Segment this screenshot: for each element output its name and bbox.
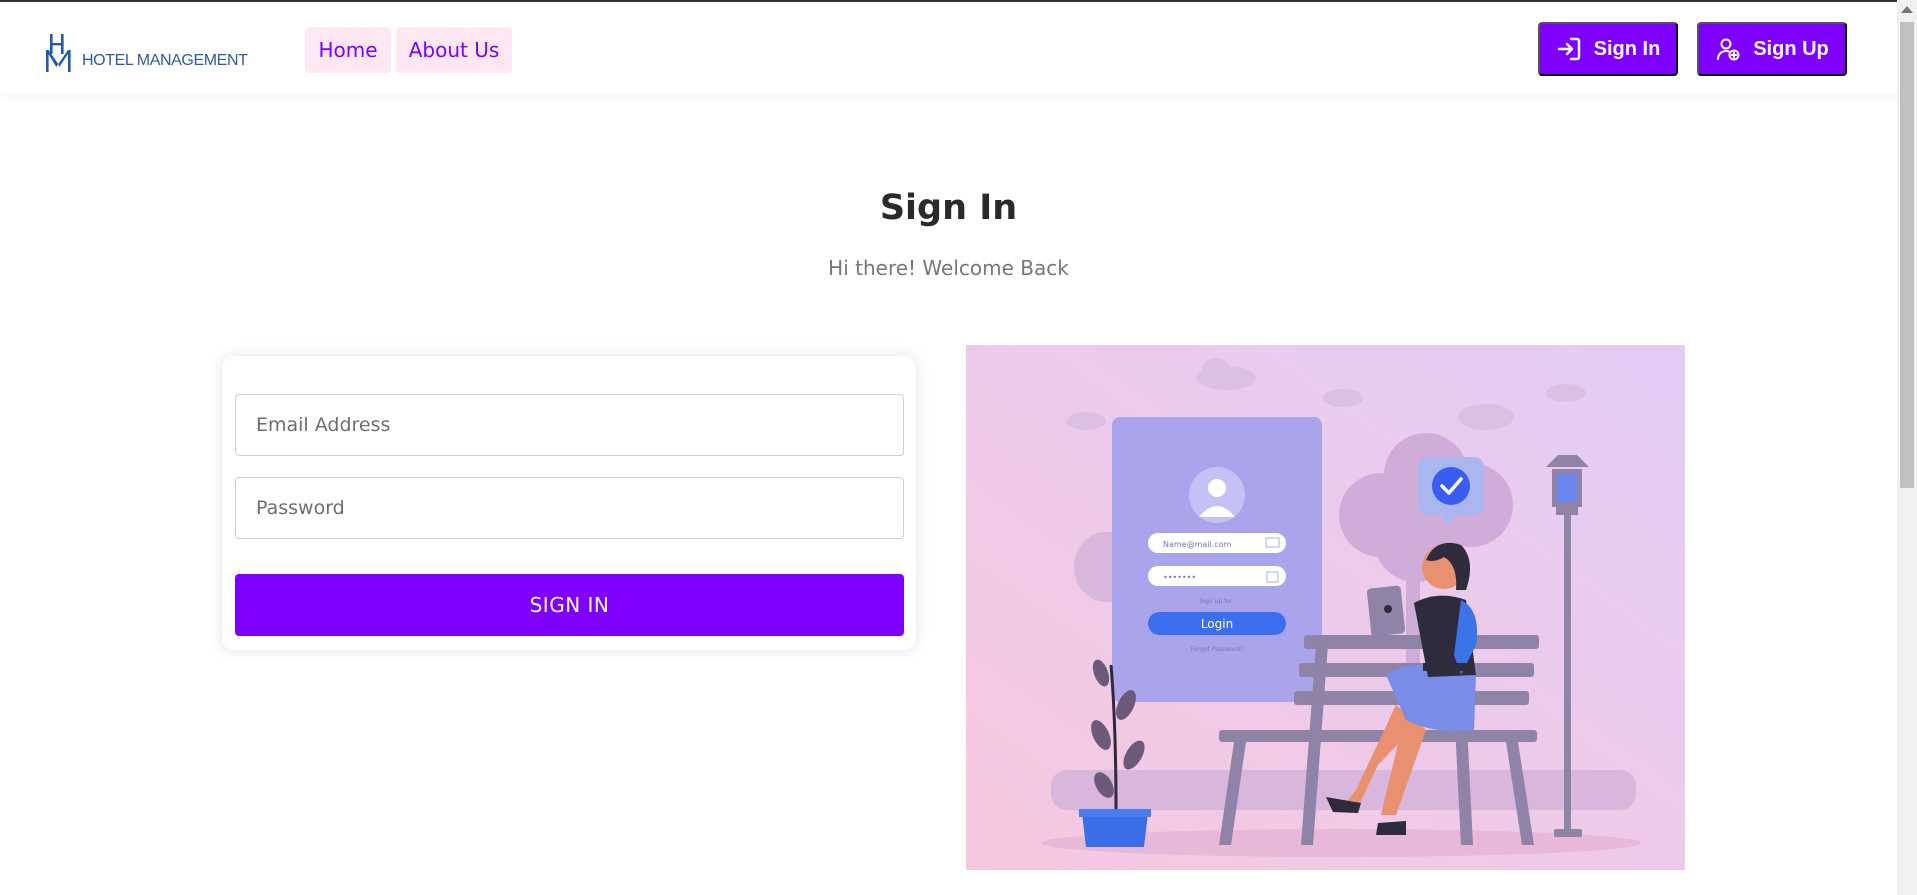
- illustration-login-label: Login: [1201, 617, 1233, 631]
- navbar: HOTEL MANAGEMENT Home About Us Sign In S…: [0, 2, 1897, 94]
- page-scrollbar[interactable]: [1897, 0, 1917, 895]
- header-signup-button[interactable]: Sign Up: [1697, 22, 1847, 76]
- page-subtitle: Hi there! Welcome Back: [828, 256, 1069, 280]
- scrollbar-thumb[interactable]: [1900, 22, 1914, 488]
- illustration-login-card: Name@mail.com ••••••• Sign up for Login …: [1112, 417, 1322, 702]
- nav-home-link[interactable]: Home: [305, 27, 391, 73]
- brand-logo[interactable]: HOTEL MANAGEMENT: [46, 28, 256, 72]
- login-illustration: Name@mail.com ••••••• Sign up for Login …: [966, 345, 1685, 870]
- header-signin-label: Sign In: [1593, 37, 1661, 60]
- check-bubble-icon: [1418, 457, 1484, 525]
- page-title: Sign In: [879, 188, 1018, 228]
- email-field[interactable]: [235, 394, 904, 456]
- illustration-password-text: •••••••: [1163, 573, 1196, 582]
- hm-monogram-logo-icon: [46, 34, 71, 72]
- login-illustration-art: Name@mail.com ••••••• Sign up for Login …: [966, 345, 1685, 870]
- illustration-signup-text: Sign up for: [1200, 598, 1233, 605]
- user-plus-icon: [1717, 38, 1740, 61]
- nav-about-link[interactable]: About Us: [396, 27, 512, 73]
- header-signup-label: Sign Up: [1753, 37, 1829, 60]
- illustration-forgot-text: Forgot Password?: [1191, 646, 1243, 653]
- illustration-email-text: Name@mail.com: [1163, 540, 1232, 549]
- scroll-up-arrow-icon[interactable]: [1901, 6, 1913, 13]
- brand-name: HOTEL MANAGEMENT: [82, 52, 248, 69]
- signin-form-card: SIGN IN: [222, 356, 916, 650]
- login-arrow-icon: [1557, 37, 1580, 61]
- signin-submit-button[interactable]: SIGN IN: [235, 574, 904, 636]
- password-field[interactable]: [235, 477, 904, 539]
- header-signin-button[interactable]: Sign In: [1538, 22, 1678, 76]
